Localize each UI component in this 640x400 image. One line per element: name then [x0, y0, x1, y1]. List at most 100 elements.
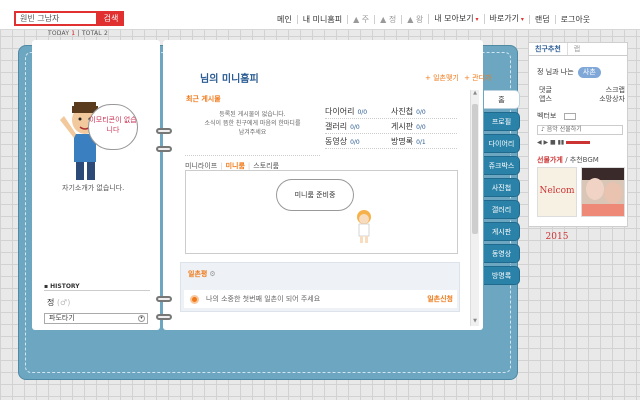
tab-friend-recommend[interactable]: 친구추천	[529, 43, 568, 55]
stat-diary[interactable]: 다이어리 0/0	[325, 106, 391, 117]
scroll-down-icon[interactable]: ▼	[471, 318, 479, 326]
gift-photo-thumbnail[interactable]	[581, 167, 625, 217]
photo-hair	[582, 168, 624, 180]
content-stats: 다이어리 0/0 사진첩 0/0 갤러리 0/0 게시판 0/0 동영상 0/0 방명록 0…	[325, 104, 457, 149]
stat-count: 0/0	[350, 123, 360, 131]
stat-label: 갤러리	[325, 121, 348, 131]
nav-my-minihompy[interactable]: 내 미니홈피	[296, 14, 347, 24]
ilchon-comment-title: 일촌평 ⚙	[188, 269, 216, 279]
homepage-title: 님의 미니홈피	[200, 74, 259, 85]
tab-board[interactable]: 게시판	[484, 222, 520, 241]
nav-random[interactable]: 랜덤	[528, 14, 555, 24]
gift-thumbnail[interactable]: Nelcom 2015	[537, 167, 577, 242]
recent-message-line-1: 등록된 게시물이 없습니다.	[219, 111, 286, 118]
stat-count: 0/0	[416, 108, 426, 116]
photo-face	[586, 178, 604, 200]
recent-message-line-2: 소식이 뜸한 친구에게 마음의 한마디를	[204, 120, 301, 127]
music-gift-button[interactable]: ♪ 음악 선물하기	[537, 125, 623, 135]
search-button[interactable]: 검색	[98, 11, 124, 26]
gift-shop-title-text: 선물가게	[537, 156, 563, 164]
widget-vector-box[interactable]	[564, 112, 577, 120]
add-favorite-link[interactable]: + 관디가	[464, 74, 491, 82]
player-controls-icon[interactable]: ◀ ▶ ■ ▮▮	[537, 139, 564, 146]
orange-dot-icon	[190, 295, 199, 304]
wave-ride-select[interactable]: 파도타기 ▾	[44, 313, 148, 324]
tab-miniroom[interactable]: 미니룸	[226, 162, 245, 170]
stat-guestbook[interactable]: 방명록 0/1	[391, 136, 457, 147]
widget-vector: 벡터보	[537, 111, 577, 121]
stat-photo[interactable]: 사진첩 0/0	[391, 106, 457, 117]
nav-arrow-1[interactable]: ▲ 주	[347, 14, 374, 24]
tab-photo[interactable]: 사진첩	[484, 178, 520, 197]
nav-collect[interactable]: 내 모아보기 ▾	[428, 14, 483, 24]
ilchon-request-link[interactable]: 일촌신청	[427, 290, 453, 308]
owner-name: 정 (♂)	[47, 297, 70, 308]
tab-video[interactable]: 동영상	[484, 244, 520, 263]
recent-message-line-3: 남겨주세요	[238, 129, 267, 136]
history-divider	[44, 290, 150, 291]
tab-minilife[interactable]: 미니라이프	[185, 162, 217, 170]
stat-label: 다이어리	[325, 106, 355, 116]
mini-room-bubble: 미니룸 준비중	[276, 179, 354, 211]
friend-widget: 친구추천 랩 정 님과 나는 사촌 댓글 스크랩 앱스 소망상자 벡터보 ♪ 음악 …	[528, 42, 628, 242]
tab-diary[interactable]: 다이어리	[484, 134, 520, 153]
bgm-recommend-text[interactable]: / 추천BGM	[565, 156, 599, 164]
relation-badge[interactable]: 사촌	[577, 67, 601, 78]
stat-video[interactable]: 동영상 0/0	[325, 136, 391, 147]
ilchon-comment-text: 나의 소중한 첫번째 일촌이 되어 주세요	[206, 295, 321, 303]
binder-ring-icon	[156, 146, 172, 152]
search-input[interactable]: 원빈 그남자	[14, 11, 98, 26]
widget-vector-label: 벡터보	[537, 112, 557, 120]
tab-jukebox[interactable]: 쥬크박스	[484, 156, 520, 175]
volume-bar[interactable]	[566, 141, 591, 144]
photo-face	[604, 182, 622, 204]
gear-icon[interactable]: ⚙	[209, 270, 215, 278]
owner-name-text: 정	[47, 298, 55, 307]
stat-board[interactable]: 게시판 0/0	[391, 121, 457, 132]
tab-profile[interactable]: 프로필	[484, 112, 520, 131]
total-value: 2	[103, 30, 108, 37]
scroll-thumb[interactable]	[472, 104, 478, 234]
tab-home[interactable]: 홈	[484, 90, 520, 109]
minime-character-icon	[357, 210, 371, 243]
ilchon-comment-box: 일촌평 ⚙ 나의 소중한 첫번째 일촌이 되어 주세요 일촌신청	[180, 262, 460, 312]
nav-arrow-3[interactable]: ▲ 왕	[401, 14, 428, 24]
friend-relation-text: 님과 나는	[545, 68, 574, 76]
tab-separator: |	[220, 162, 223, 170]
nav-main[interactable]: 메인	[272, 15, 297, 24]
tab-storyroom[interactable]: 스토리룸	[253, 162, 279, 170]
nav-shortcut[interactable]: 바로가기 ▾	[483, 14, 529, 24]
today-value: 1	[71, 30, 76, 37]
gift-shop-title: 선물가게 / 추천BGM	[537, 155, 599, 165]
tab-guestbook[interactable]: 방명록	[484, 266, 520, 285]
nav-collect-label: 내 모아보기	[434, 14, 474, 23]
scroll-up-icon[interactable]: ▲	[471, 90, 479, 98]
widget-apps[interactable]: 앱스	[539, 95, 552, 104]
widget-scrap[interactable]: 스크랩	[606, 86, 625, 95]
binder-ring-icon	[156, 314, 172, 320]
top-nav: 메인 내 미니홈피 ▲ 주 ▲ 정 ▲ 왕 내 모아보기 ▾ 바로가기 ▾ 랜덤…	[272, 14, 595, 24]
stat-count: 0/0	[357, 108, 368, 116]
stat-row: 갤러리 0/0 게시판 0/0	[325, 119, 457, 134]
nav-shortcut-label: 바로가기	[489, 14, 519, 23]
counter-separator: |	[77, 30, 80, 37]
tab-gallery[interactable]: 갤러리	[484, 200, 520, 219]
stat-row: 동영상 0/0 방명록 0/1	[325, 134, 457, 149]
tab-lab[interactable]: 랩	[568, 43, 586, 55]
widget-grid-row: 앱스 소망상자	[539, 95, 625, 104]
stat-label: 게시판	[391, 121, 414, 131]
widget-comment[interactable]: 댓글	[539, 86, 552, 95]
widget-wish-box[interactable]: 소망상자	[599, 95, 625, 104]
ilchon-comment-entry: 나의 소중한 첫번째 일촌이 되어 주세요 일촌신청	[184, 290, 457, 308]
caret-down-icon: ▾	[473, 16, 479, 23]
content-scrollbar[interactable]: ▲ ▼	[470, 90, 479, 326]
add-ilchon-link[interactable]: + 일촌맺기	[425, 74, 459, 82]
nav-logout[interactable]: 로그아웃	[554, 14, 595, 24]
caret-down-icon: ▾	[518, 16, 524, 23]
music-player[interactable]: ◀ ▶ ■ ▮▮	[537, 139, 623, 148]
history-label: ▪ HISTORY	[44, 283, 80, 290]
profile-speech-bubble: 이모티콘이 없습니다	[88, 104, 138, 150]
stat-gallery[interactable]: 갤러리 0/0	[325, 121, 391, 132]
stat-count: 0/0	[350, 138, 360, 146]
nav-arrow-2[interactable]: ▲ 정	[374, 14, 401, 24]
